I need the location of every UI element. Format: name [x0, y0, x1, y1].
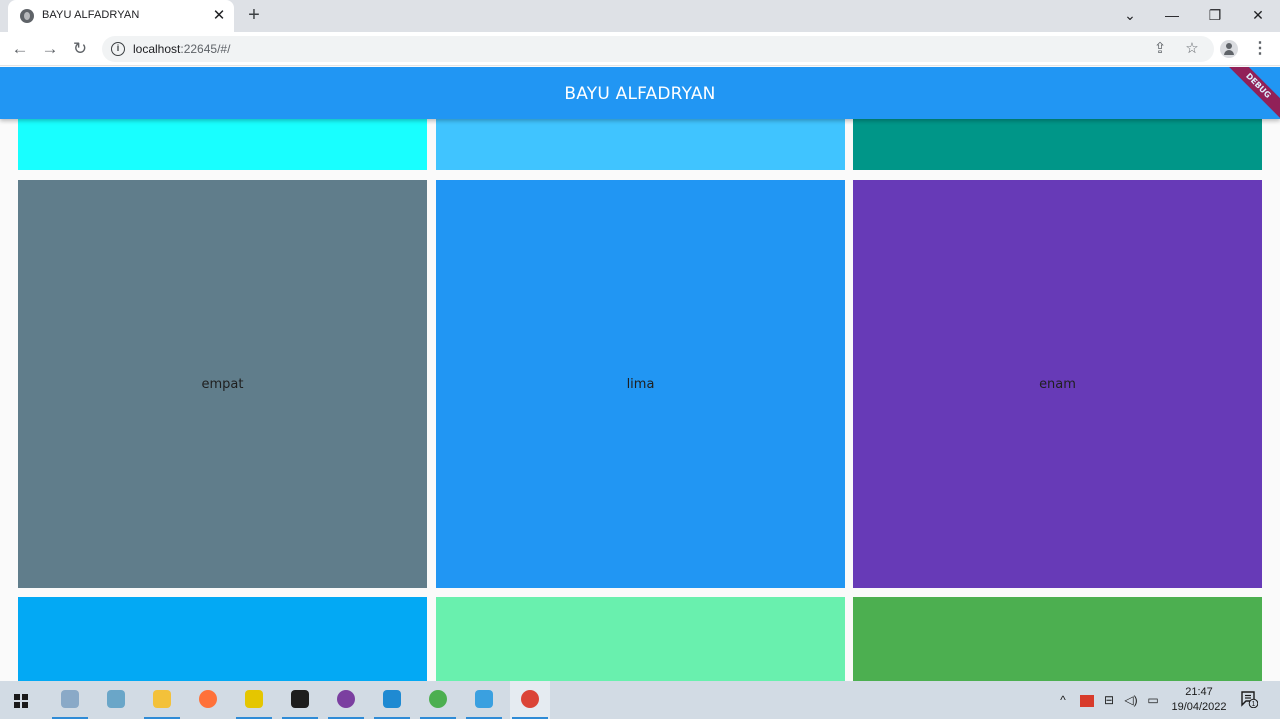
file-explorer-icon — [153, 690, 171, 708]
url-text[interactable]: localhost:22645/#/ — [133, 42, 230, 56]
restore-button[interactable]: ❐ — [1203, 4, 1227, 26]
taskbar-app-button[interactable] — [188, 681, 228, 719]
tile-label: lima — [626, 376, 655, 392]
grid-tile: enam — [853, 180, 1262, 588]
notification-center-icon[interactable]: 1 — [1240, 690, 1259, 709]
windows-taskbar: ^ ⊟ ◁) ▭ 21:47 19/04/2022 1 — [0, 681, 1280, 719]
new-tab-button[interactable]: + — [244, 5, 264, 25]
security-tray-icon[interactable] — [1078, 681, 1096, 719]
github-desktop-icon — [337, 690, 355, 708]
windows-start-icon[interactable] — [14, 694, 28, 708]
system-clock[interactable]: 21:47 19/04/2022 — [1168, 685, 1230, 715]
network-icon[interactable]: ⊟ — [1100, 681, 1118, 719]
app-viewport: empat lima enam BAYU ALFADRYAN DEBUG — [0, 67, 1280, 681]
grid-tile: lima — [436, 180, 845, 588]
share-icon[interactable]: ⇪ — [1150, 39, 1170, 59]
browser-tab-strip: BAYU ALFADRYAN ✕ + ⌄ — ❐ ✕ — [0, 0, 1280, 32]
app-bar: BAYU ALFADRYAN — [0, 67, 1280, 119]
site-info-icon[interactable]: i — [111, 42, 125, 56]
vscode-icon — [383, 690, 401, 708]
url-host: localhost — [133, 42, 181, 56]
url-path: :22645/#/ — [180, 42, 231, 56]
tab-title: BAYU ALFADRYAN — [42, 9, 140, 21]
taskbar-app-button[interactable] — [50, 681, 90, 719]
tab-search-button[interactable]: ⌄ — [1118, 4, 1142, 26]
browser-toolbar: ← → ↻ i localhost:22645/#/ ⇪ ☆ ⋮ — [0, 32, 1280, 66]
taskbar-app-button[interactable] — [234, 681, 274, 719]
forward-button[interactable]: → — [38, 37, 62, 61]
window-close-button[interactable]: ✕ — [1246, 4, 1270, 26]
tile-label: enam — [1039, 376, 1076, 392]
bookmark-star-icon[interactable]: ☆ — [1182, 39, 1202, 59]
address-bar[interactable]: i localhost:22645/#/ ⇪ ☆ — [102, 36, 1214, 62]
chrome-active-icon — [521, 690, 539, 708]
browser-tab[interactable]: BAYU ALFADRYAN ✕ — [8, 0, 234, 32]
settings-app-icon — [61, 690, 79, 708]
taskbar-app-button[interactable] — [96, 681, 136, 719]
grid-tile — [853, 597, 1262, 681]
back-button[interactable]: ← — [8, 37, 32, 61]
clock-date: 19/04/2022 — [1171, 701, 1227, 713]
browser-menu-icon[interactable]: ⋮ — [1252, 37, 1268, 61]
profile-avatar-icon[interactable] — [1220, 40, 1238, 58]
taskbar-app-button[interactable] — [326, 681, 366, 719]
clock-time: 21:47 — [1185, 686, 1213, 698]
firefox-icon — [199, 690, 217, 708]
grid-tile — [18, 597, 427, 681]
taskbar-app-button[interactable] — [418, 681, 458, 719]
taskbar-app-button[interactable] — [510, 681, 550, 719]
reload-button[interactable]: ↻ — [68, 37, 92, 61]
grid-tile — [436, 597, 845, 681]
grid-tile: empat — [18, 180, 427, 588]
page-title: BAYU ALFADRYAN — [564, 84, 716, 104]
tab-close-icon[interactable]: ✕ — [210, 7, 228, 25]
control-panel-icon — [475, 690, 493, 708]
chrome-icon — [429, 690, 447, 708]
tile-label: empat — [201, 376, 244, 392]
terminal-icon — [291, 690, 309, 708]
taskbar-app-button[interactable] — [372, 681, 412, 719]
file-tool-app-icon — [107, 690, 125, 708]
tray-chevron-icon[interactable]: ^ — [1055, 681, 1071, 719]
taskbar-app-button[interactable] — [464, 681, 504, 719]
minimize-button[interactable]: — — [1160, 4, 1184, 26]
xampp-icon — [245, 690, 263, 708]
taskbar-app-button[interactable] — [142, 681, 182, 719]
battery-icon[interactable]: ▭ — [1144, 681, 1162, 719]
volume-icon[interactable]: ◁) — [1121, 681, 1141, 719]
notification-count: 1 — [1252, 701, 1256, 708]
taskbar-app-button[interactable] — [280, 681, 320, 719]
globe-icon — [20, 9, 34, 23]
